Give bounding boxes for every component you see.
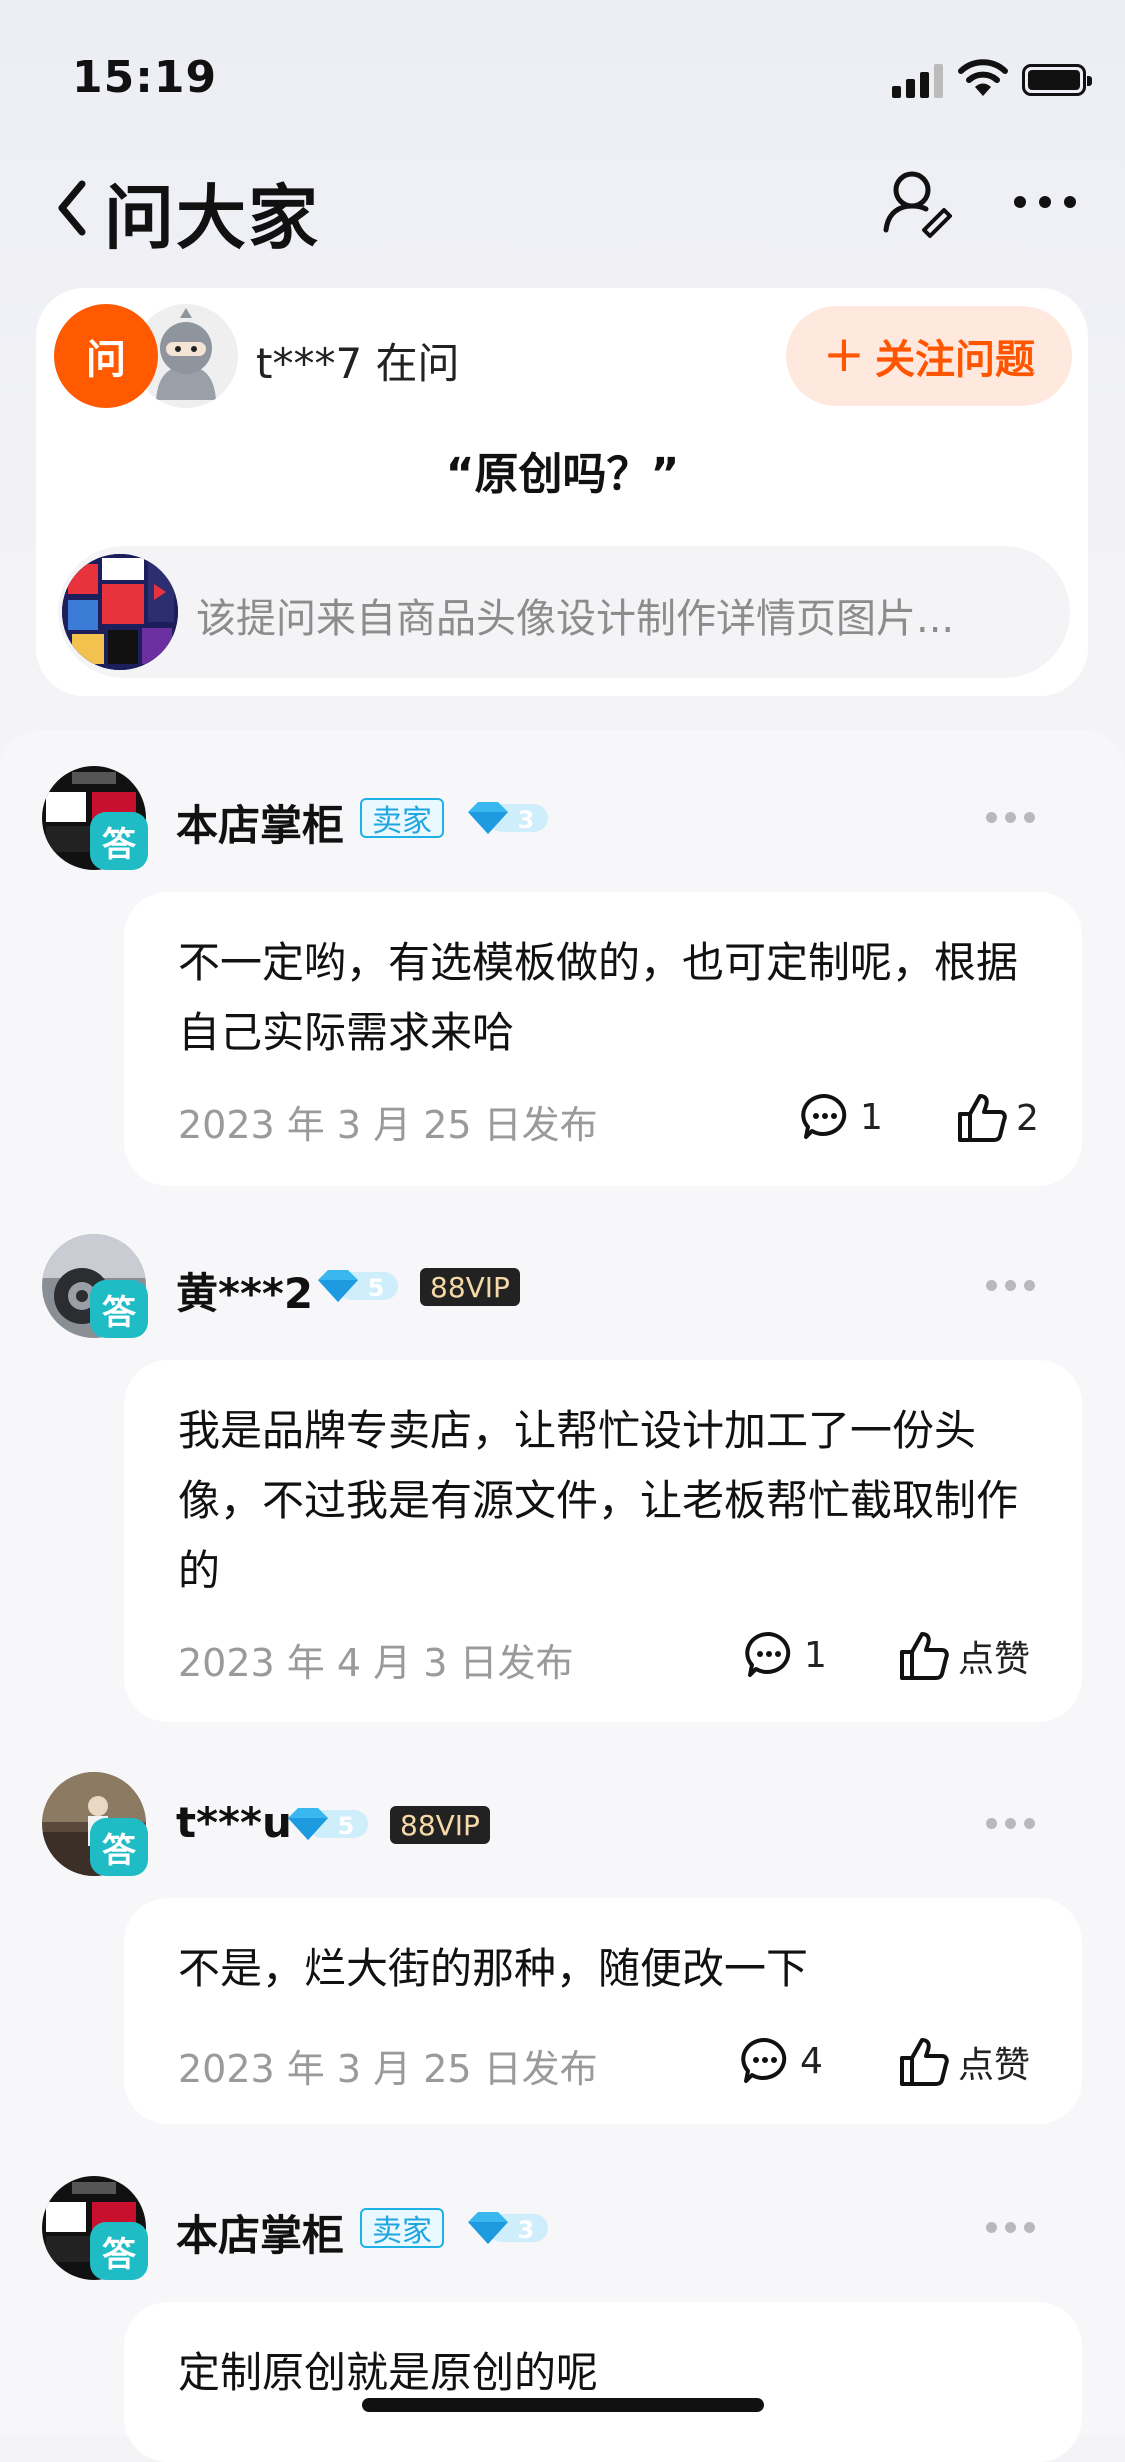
user-level: 3: [518, 2216, 535, 2244]
asker-name: t***7 在问: [256, 339, 460, 388]
answer-more-icon[interactable]: [986, 1280, 1036, 1292]
plus-icon: +: [823, 325, 865, 383]
comment-count-button[interactable]: 1: [744, 1630, 827, 1680]
answer-text: 不是，烂大街的那种，随便改一下: [178, 1944, 809, 1993]
like-count: 点赞: [958, 1639, 1031, 1680]
battery-icon: [1022, 64, 1092, 96]
vip-badge: 88VIP: [420, 1268, 520, 1306]
comment-count: 4: [800, 2040, 823, 2082]
diamond-level-icon: 5: [318, 1270, 398, 1302]
ask-badge: 问: [54, 304, 158, 408]
answer-more-icon[interactable]: [986, 812, 1036, 824]
status-time: 15:19: [72, 52, 218, 103]
answer-more-icon[interactable]: [986, 1818, 1036, 1830]
answer-date: 2023 年 4 月 3 日发布: [178, 1641, 574, 1685]
answer-tag: 答: [90, 1818, 148, 1876]
diamond-level-icon: 5: [288, 1808, 368, 1840]
comment-count: 1: [860, 1096, 883, 1138]
my-questions-icon[interactable]: [880, 166, 952, 238]
answer-tag: 答: [90, 2222, 148, 2280]
back-chevron-icon[interactable]: [54, 178, 90, 238]
like-button[interactable]: 点赞: [898, 2036, 1030, 2088]
answer-tag: 答: [90, 812, 148, 870]
page-title: 问大家: [104, 177, 320, 259]
answer-date: 2023 年 3 月 25 日发布: [178, 2047, 598, 2091]
user-level: 5: [338, 1812, 355, 1840]
follow-question-label: 关注问题: [874, 337, 1035, 383]
comment-icon: [801, 1093, 847, 1139]
diamond-level-icon: 3: [468, 2212, 548, 2244]
vip-badge: 88VIP: [390, 1806, 490, 1844]
status-bar: 15:19: [0, 0, 1125, 150]
answer-more-icon[interactable]: [986, 2222, 1036, 2234]
diamond-level-icon: 3: [468, 802, 548, 834]
like-count: 点赞: [958, 2045, 1031, 2086]
cellular-signal-icon: [892, 62, 944, 98]
comment-icon: [741, 2037, 787, 2083]
seller-badge: 卖家: [360, 2208, 444, 2249]
answer-text: 我是品牌专卖店，让帮忙设计加工了一份头像，不过我是有源文件，让老板帮忙截取制作的: [178, 1406, 1019, 1595]
comment-count-button[interactable]: 4: [740, 2036, 823, 2086]
comment-count-button[interactable]: 1: [800, 1092, 883, 1142]
like-button[interactable]: 2: [956, 1092, 1039, 1144]
user-level: 3: [518, 806, 535, 834]
answer-text: 不一定哟，有选模板做的，也可定制呢，根据自己实际需求来哈: [178, 938, 1019, 1057]
like-count: 2: [1016, 1097, 1039, 1139]
follow-question-button[interactable]: + 关注问题: [786, 306, 1072, 406]
more-options-icon[interactable]: [1012, 190, 1078, 214]
seller-badge: 卖家: [360, 798, 444, 839]
answerer-name[interactable]: 本店掌柜: [176, 792, 344, 853]
comment-icon: [745, 1631, 791, 1677]
thumbs-up-icon: [958, 1094, 1007, 1142]
answerer-name[interactable]: 本店掌柜: [176, 2202, 344, 2263]
wifi-icon: [958, 59, 1008, 96]
product-source-text: 该提问来自商品头像设计制作详情页图片...: [196, 596, 955, 642]
comment-count: 1: [804, 1634, 827, 1676]
thumbs-up-icon: [900, 2038, 949, 2086]
answerer-name[interactable]: 黄***2: [176, 1260, 313, 1321]
like-button[interactable]: 点赞: [898, 1630, 1030, 1682]
question-text: “原创吗？”: [445, 449, 680, 500]
product-thumbnail: [62, 554, 178, 670]
thumbs-up-icon: [900, 1632, 949, 1680]
answer-date: 2023 年 3 月 25 日发布: [178, 1103, 598, 1147]
user-level: 5: [368, 1274, 385, 1302]
home-indicator[interactable]: [362, 2398, 764, 2412]
answer-tag: 答: [90, 1280, 148, 1338]
answerer-name[interactable]: t***u: [176, 1798, 292, 1847]
